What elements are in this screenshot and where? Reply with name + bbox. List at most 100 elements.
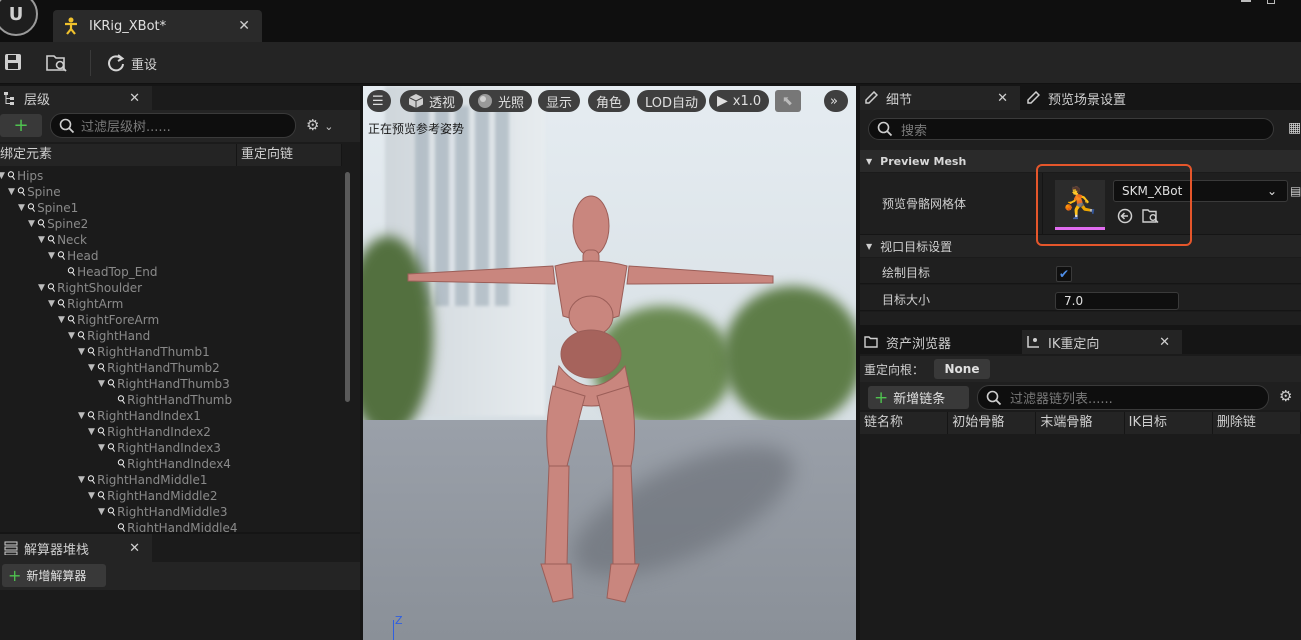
- bone-row[interactable]: ▼ ⚲ RightHandMiddle1: [78, 472, 208, 488]
- add-element-button[interactable]: +: [0, 114, 42, 137]
- details-search-placeholder: 搜索: [901, 123, 928, 139]
- tab-asset-browser[interactable]: 资产浏览器: [860, 330, 1020, 354]
- bone-label: Hips: [17, 169, 44, 183]
- close-tab-icon[interactable]: ✕: [997, 91, 1008, 106]
- tab-details-label: 细节: [886, 92, 913, 108]
- retarget-root-selector[interactable]: None: [934, 359, 990, 379]
- chain-search-input[interactable]: 过滤器链列表......: [977, 385, 1269, 410]
- tab-preview-scene[interactable]: 预览场景设置: [1022, 86, 1202, 110]
- bone-label: RightHandMiddle2: [107, 489, 218, 503]
- chain-icon: [1027, 336, 1039, 348]
- bone-row[interactable]: ▼ ⚲ RightHandThumb1: [78, 344, 210, 360]
- plus-icon: +: [8, 566, 22, 585]
- play-speed-button[interactable]: ▶ x1.0: [709, 90, 770, 112]
- document-tab[interactable]: IKRig_XBot* ✕: [53, 10, 262, 42]
- solver-toolbar: + 新增解算器: [0, 562, 360, 590]
- bone-row[interactable]: ⚲ RightHandIndex4: [108, 456, 231, 472]
- bone-row[interactable]: ⚲ HeadTop_End: [58, 264, 158, 280]
- goal-size-input[interactable]: 7.0: [1055, 292, 1179, 310]
- bone-label: Spine2: [47, 217, 89, 231]
- bone-label: RightHandIndex3: [117, 441, 221, 455]
- bone-row[interactable]: ▼ ⚲ RightHandIndex1: [78, 408, 201, 424]
- bone-row[interactable]: ⚲ RightHandThumb: [108, 392, 232, 408]
- document-tab-label: IKRig_XBot*: [89, 18, 167, 34]
- unreal-logo-icon[interactable]: U: [0, 0, 38, 36]
- search-icon: [59, 118, 75, 133]
- maximize-icon[interactable]: [1262, 0, 1292, 8]
- chain-search-placeholder: 过滤器链列表......: [1010, 392, 1113, 407]
- select-mode-icon[interactable]: ⬉: [775, 90, 801, 112]
- more-options-button[interactable]: »: [824, 90, 848, 112]
- bone-label: Neck: [57, 233, 87, 247]
- bone-row[interactable]: ▼ ⚲ Spine2: [28, 216, 88, 232]
- close-tab-icon[interactable]: ✕: [1159, 335, 1170, 350]
- bone-row[interactable]: ▼ ⚲ RightForeArm: [58, 312, 159, 328]
- bone-row[interactable]: ▼ ⚲ RightHandIndex2: [88, 424, 211, 440]
- hierarchy-scrollbar[interactable]: [345, 172, 350, 402]
- tab-details[interactable]: 细节 ✕: [860, 86, 1020, 110]
- tab-ik-retarget[interactable]: IK重定向 ✕: [1022, 330, 1182, 354]
- perspective-button[interactable]: 透视: [400, 90, 464, 112]
- close-tab-icon[interactable]: ✕: [129, 91, 140, 106]
- lit-button[interactable]: 光照: [469, 90, 533, 112]
- goal-thickness-row: [860, 312, 1301, 326]
- bone-row[interactable]: ▼ ⚲ Hips: [0, 168, 43, 184]
- character-button[interactable]: 角色: [588, 90, 631, 112]
- pencil-icon: [865, 91, 878, 104]
- bone-row[interactable]: ⚲ RightHandMiddle4: [108, 520, 238, 532]
- bone-row[interactable]: ▼ ⚲ RightHandThumb3: [98, 376, 230, 392]
- reset-button[interactable]: 重设: [106, 52, 157, 74]
- viewport-status-text: 正在预览参考姿势: [368, 122, 465, 136]
- bone-row[interactable]: ▼ ⚲ RightShoulder: [38, 280, 142, 296]
- column-header-chain[interactable]: 重定向链: [237, 144, 342, 166]
- tab-solver-stack[interactable]: 解算器堆栈 ✕: [0, 534, 152, 562]
- chevron-down-icon: ⌄: [324, 120, 334, 133]
- column-header-bone[interactable]: 绑定元素: [0, 144, 237, 166]
- preview-viewport[interactable]: ☰ 透视 光照 显示 角色 LOD自动 ▶ x1.0 ⬉ » 正在预览参考姿势 …: [363, 86, 856, 640]
- bone-row[interactable]: ▼ ⚲ Head: [48, 248, 98, 264]
- retarget-root-row: 重定向根： None: [860, 356, 1301, 382]
- section-preview-mesh-label: Preview Mesh: [880, 154, 967, 168]
- add-solver-button[interactable]: + 新增解算器: [2, 564, 106, 587]
- lod-button[interactable]: LOD自动: [637, 90, 707, 112]
- bone-row[interactable]: ▼ ⚲ Spine: [8, 184, 61, 200]
- bone-label: Spine: [27, 185, 61, 199]
- settings-gear-icon[interactable]: ⚙: [1279, 387, 1292, 405]
- chain-column-header[interactable]: IK目标: [1125, 412, 1213, 434]
- browse-asset-icon[interactable]: [46, 53, 68, 73]
- save-icon[interactable]: [4, 53, 26, 73]
- cube-icon: [408, 94, 424, 108]
- bone-row[interactable]: ▼ ⚲ Neck: [38, 232, 87, 248]
- bone-row[interactable]: ▼ ⚲ RightHand: [68, 328, 150, 344]
- table-view-icon[interactable]: ▦: [1288, 120, 1301, 136]
- tab-hierarchy[interactable]: 层级 ✕: [0, 86, 152, 110]
- retarget-panel: 资产浏览器 IK重定向 ✕ 重定向根： None + 新增链条 过滤器链列表..…: [860, 330, 1301, 640]
- axis-z-line: [393, 620, 394, 640]
- search-icon: [986, 390, 1002, 405]
- add-chain-button[interactable]: + 新增链条: [868, 386, 969, 409]
- bone-row[interactable]: ▼ ⚲ Spine1: [18, 200, 78, 216]
- bone-row[interactable]: ▼ ⚲ RightHandMiddle2: [88, 488, 218, 504]
- bone-row[interactable]: ▼ ⚲ RightHandMiddle3: [98, 504, 228, 520]
- show-button[interactable]: 显示: [538, 90, 581, 112]
- bone-row[interactable]: ▼ ⚲ RightHandIndex3: [98, 440, 221, 456]
- chain-column-header[interactable]: 初始骨骼: [948, 412, 1037, 434]
- chain-column-header[interactable]: 末端骨骼: [1036, 412, 1125, 434]
- viewport-menu-button[interactable]: ☰: [367, 90, 391, 112]
- hierarchy-columns: 绑定元素 重定向链: [0, 144, 342, 166]
- tab-solver-stack-label: 解算器堆栈: [24, 542, 90, 558]
- details-search-input[interactable]: 搜索: [868, 118, 1274, 140]
- settings-gear-icon[interactable]: ⚙ ⌄: [306, 116, 333, 134]
- chain-table-header: 链名称 初始骨骼 末端骨骼 IK目标 删除链: [860, 412, 1301, 434]
- reset-icon: [108, 54, 125, 72]
- chain-column-header[interactable]: 链名称: [860, 412, 949, 434]
- close-tab-icon[interactable]: ✕: [238, 18, 250, 34]
- reset-property-icon[interactable]: ▤: [1290, 184, 1301, 198]
- bone-row[interactable]: ▼ ⚲ RightArm: [48, 296, 123, 312]
- bone-label: RightHand: [87, 329, 151, 343]
- chain-column-header[interactable]: 删除链: [1213, 412, 1301, 434]
- close-tab-icon[interactable]: ✕: [129, 541, 140, 556]
- draw-goals-checkbox[interactable]: ✔: [1056, 266, 1072, 282]
- hierarchy-search-input[interactable]: 过滤层级树......: [50, 113, 296, 138]
- bone-row[interactable]: ▼ ⚲ RightHandThumb2: [88, 360, 220, 376]
